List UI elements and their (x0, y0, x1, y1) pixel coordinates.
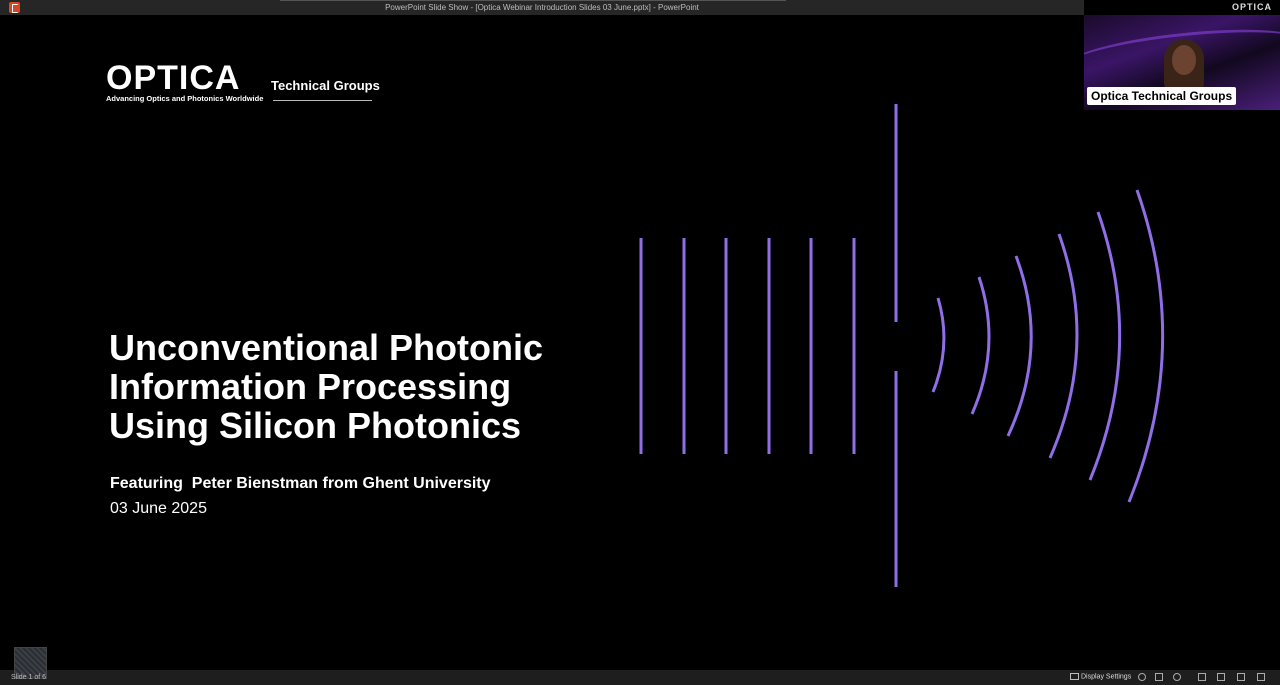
reading-view-icon[interactable] (1237, 673, 1245, 681)
next-slide-icon[interactable] (1173, 673, 1181, 681)
monitor-icon (1070, 673, 1079, 680)
grid-view-icon[interactable] (1217, 673, 1225, 681)
spherical-wave-arc (1006, 255, 1033, 437)
slideshow-view-icon[interactable] (1257, 673, 1265, 681)
spherical-wave-arc (1127, 189, 1165, 503)
status-bar: Slide 1 of 6 Display Settings (0, 647, 1280, 685)
display-settings-label: Display Settings (1081, 673, 1132, 681)
video-tile[interactable]: Optica Technical Groups (1084, 15, 1280, 110)
spherical-wave-arc (970, 276, 991, 415)
previous-slide-icon[interactable] (1138, 673, 1146, 681)
spherical-wave-arc (931, 297, 946, 393)
slide-sorter-icon[interactable] (1155, 673, 1163, 681)
slide-counter: Slide 1 of 6 (11, 674, 47, 681)
display-settings-button[interactable]: Display Settings (1070, 673, 1131, 680)
spherical-wave-arc (1088, 211, 1122, 481)
spherical-wave-arc (1048, 233, 1079, 459)
participant-face (1172, 45, 1196, 75)
participant-name-label: Optica Technical Groups (1087, 87, 1237, 105)
normal-view-icon[interactable] (1198, 673, 1206, 681)
